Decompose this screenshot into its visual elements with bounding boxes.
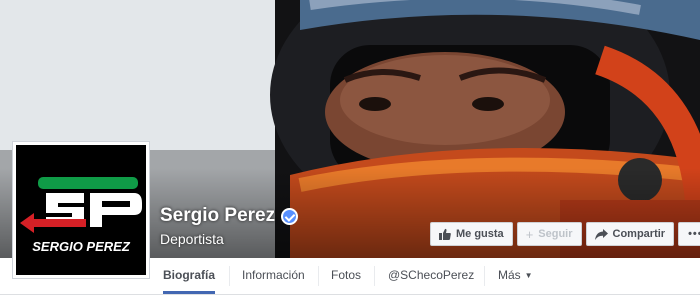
logo-text: SERGIO PEREZ	[32, 239, 131, 254]
tab-divider	[484, 266, 485, 286]
tab-label: Información	[242, 268, 305, 282]
tab-divider	[318, 266, 319, 286]
follow-label: Seguir	[538, 228, 573, 240]
follow-button[interactable]: + Seguir	[516, 222, 582, 246]
verified-badge-icon[interactable]	[281, 207, 299, 225]
tab-label: Fotos	[331, 268, 362, 282]
page-actions: Me gusta + Seguir Compartir •••	[430, 222, 700, 246]
like-button[interactable]: Me gusta	[430, 222, 513, 246]
page-identity: Sergio Perez Deportista	[160, 205, 299, 247]
profile-picture[interactable]: SERGIO PEREZ	[12, 141, 150, 279]
like-label: Me gusta	[456, 228, 504, 240]
tab-more[interactable]: Más ▼	[498, 258, 533, 294]
tab-divider	[374, 266, 375, 286]
sp-logo-icon: SERGIO PEREZ	[16, 145, 146, 275]
ellipsis-icon: •••	[688, 228, 700, 240]
more-options-button[interactable]: •••	[678, 222, 700, 246]
share-arrow-icon	[594, 228, 608, 240]
plus-icon: +	[525, 226, 534, 242]
page-title[interactable]: Sergio Perez	[160, 205, 275, 227]
share-button[interactable]: Compartir	[585, 222, 675, 246]
tab-fotos[interactable]: Fotos	[331, 258, 361, 294]
share-label: Compartir	[612, 228, 666, 240]
tab-label: @SChecoPerez	[388, 268, 475, 282]
page-title-row: Sergio Perez	[160, 205, 299, 227]
tab-twitter[interactable]: @SChecoPerez	[388, 258, 474, 294]
profile-logo: SERGIO PEREZ	[16, 145, 146, 275]
thumbs-up-icon	[439, 228, 451, 240]
tab-label: Biografía	[163, 268, 216, 282]
tab-label: Más	[498, 268, 521, 282]
tab-divider	[229, 266, 230, 286]
caret-down-icon: ▼	[524, 271, 533, 280]
page-category[interactable]: Deportista	[160, 231, 298, 247]
tab-biografia[interactable]: Biografía	[163, 258, 216, 294]
tab-informacion[interactable]: Información	[242, 258, 305, 294]
